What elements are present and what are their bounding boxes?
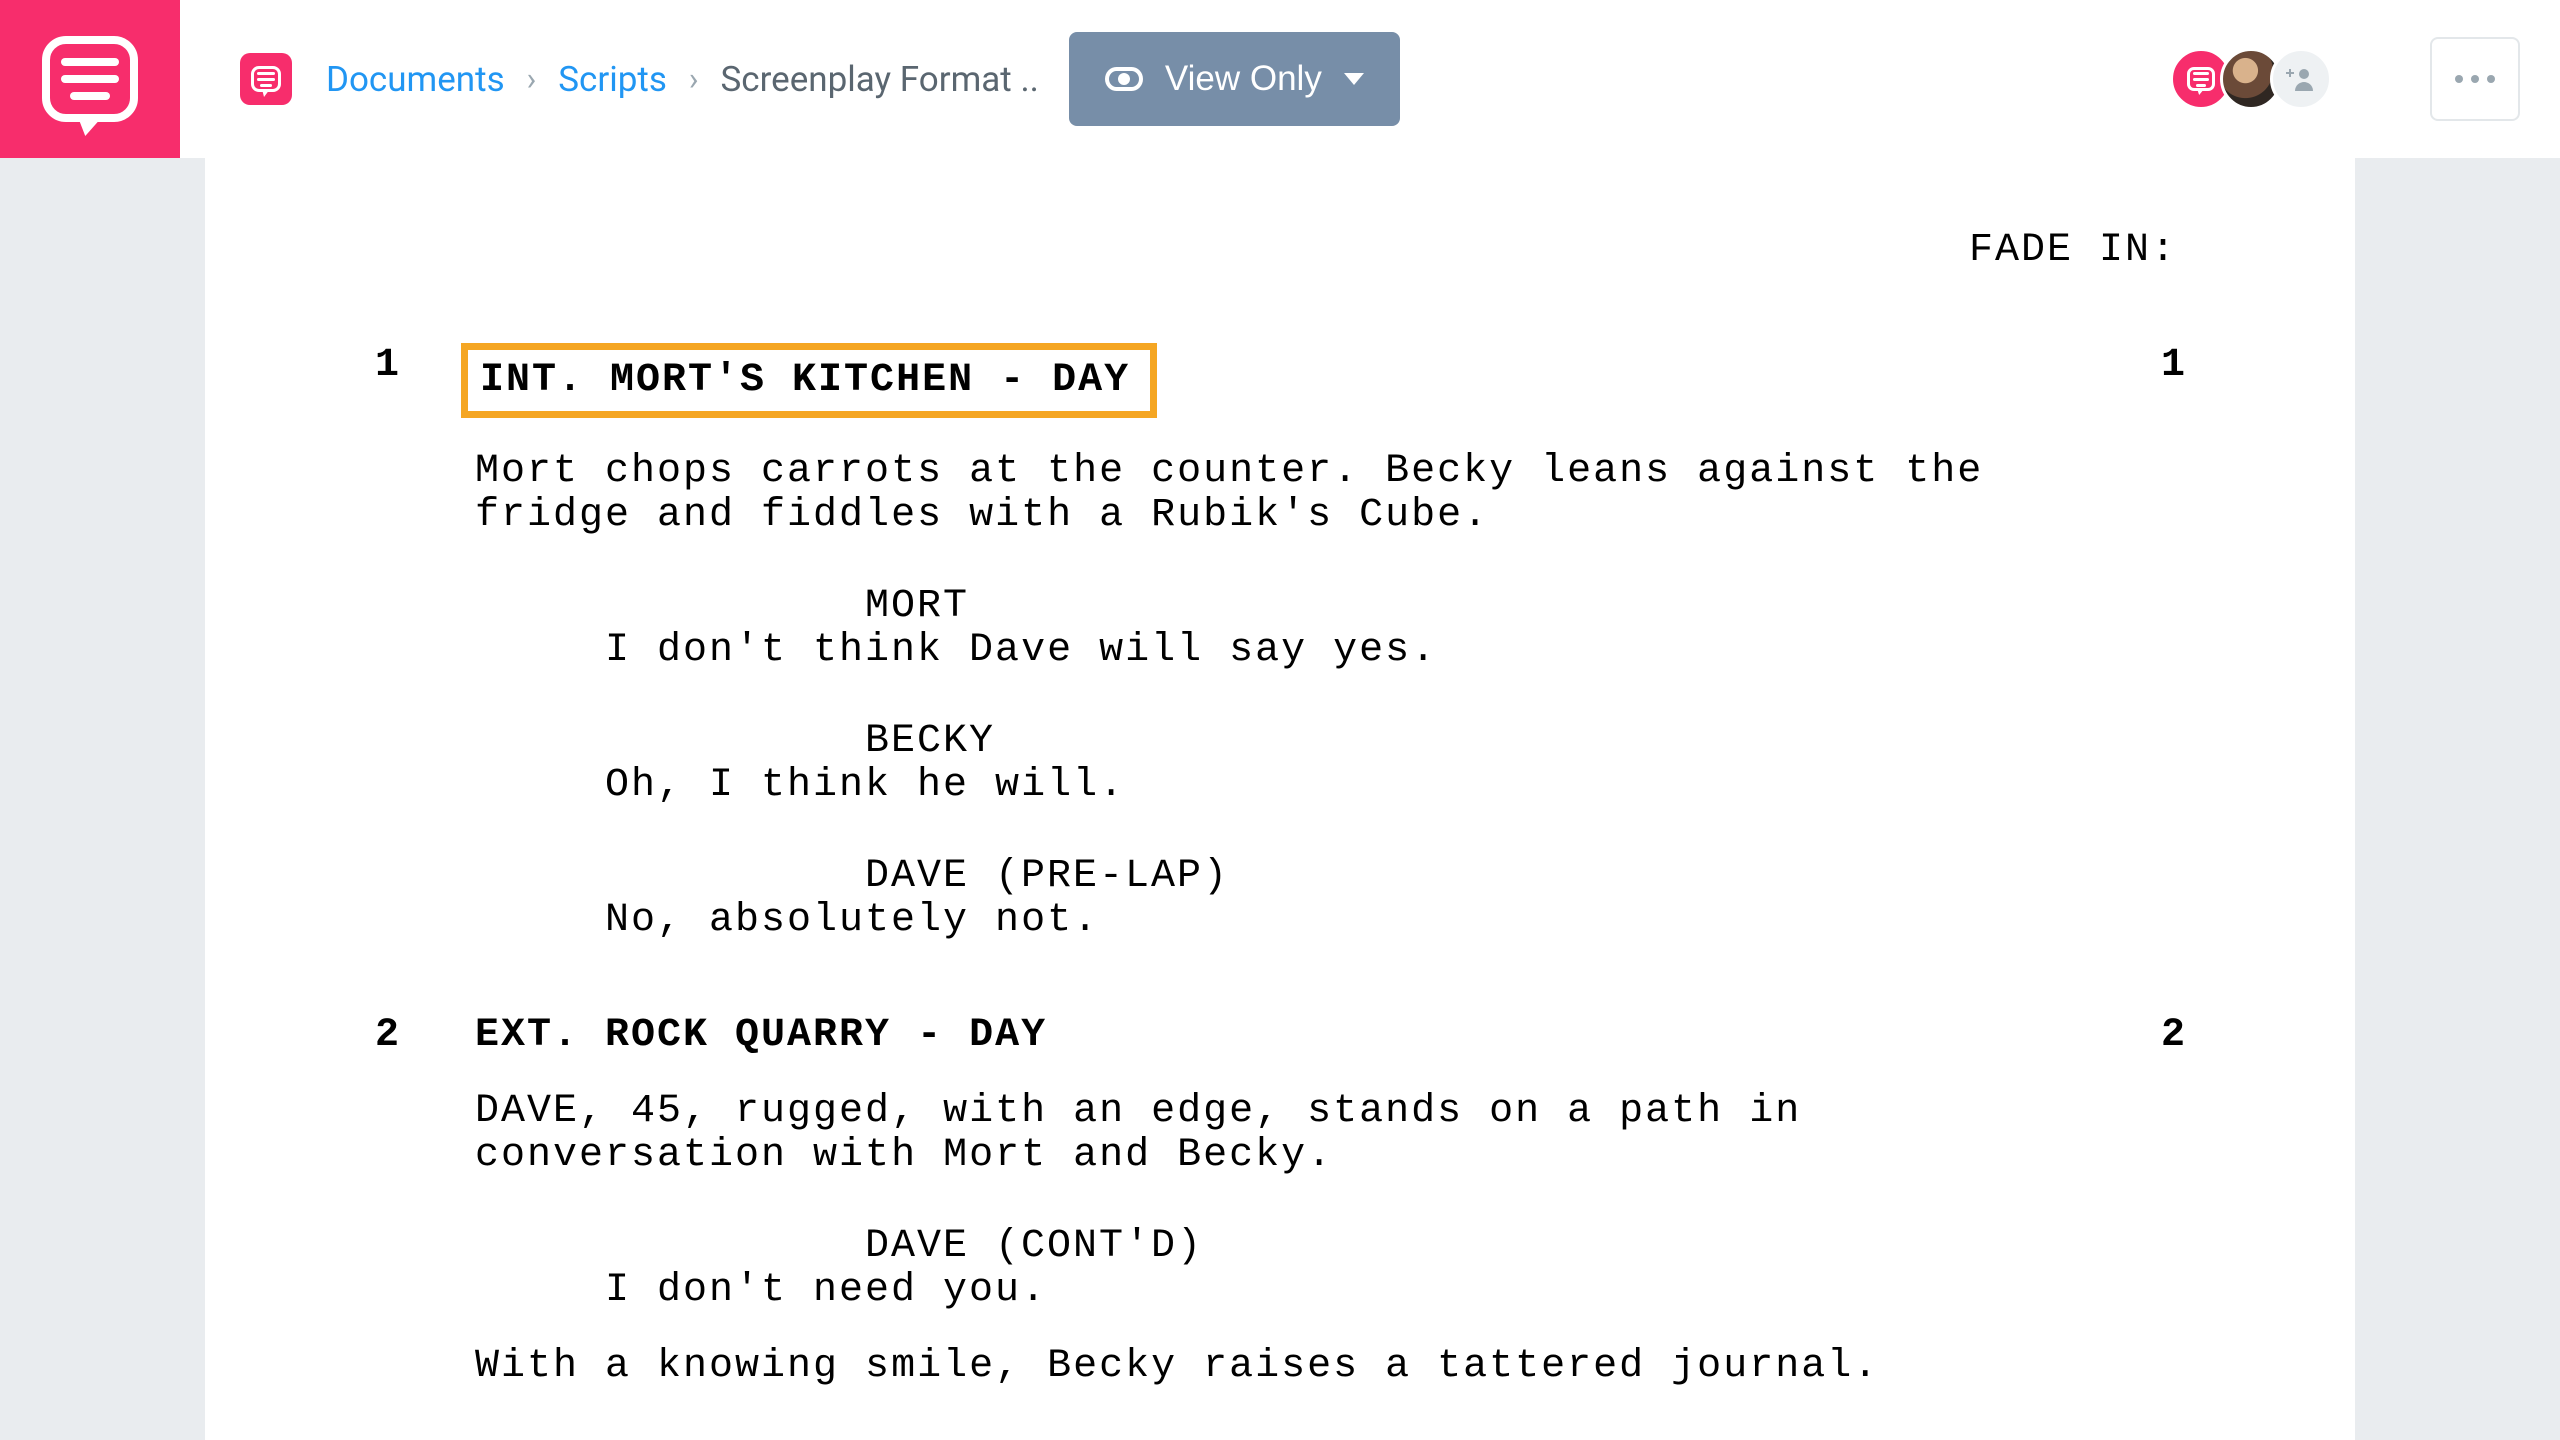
dialogue-block: BECKY Oh, I think he will. bbox=[475, 719, 2185, 808]
app-header: Documents › Scripts › Screenplay Format … bbox=[0, 0, 2560, 158]
scene-heading-row: 2 EXT. ROCK QUARRY - DAY 2 bbox=[375, 1013, 2185, 1058]
scene-number-left: 1 bbox=[375, 343, 475, 388]
speech-bubble-icon bbox=[251, 66, 281, 92]
character-cue[interactable]: MORT bbox=[475, 584, 2185, 629]
character-cue[interactable]: BECKY bbox=[475, 719, 2185, 764]
dots-icon bbox=[2455, 75, 2463, 83]
view-mode-button[interactable]: View Only bbox=[1069, 32, 1400, 126]
speech-bubble-icon bbox=[42, 36, 138, 122]
avatar-add-user[interactable] bbox=[2270, 48, 2332, 110]
action-line[interactable]: With a knowing smile, Becky raises a tat… bbox=[475, 1345, 2105, 1389]
app-logo[interactable] bbox=[0, 0, 180, 158]
collaborator-avatars[interactable] bbox=[2182, 48, 2332, 110]
speech-bubble-icon bbox=[2187, 67, 2215, 91]
breadcrumb-documents[interactable]: Documents bbox=[326, 59, 505, 100]
chevron-right-icon: › bbox=[527, 60, 537, 98]
breadcrumb: Documents › Scripts › Screenplay Format … bbox=[326, 59, 1039, 100]
breadcrumb-current: Screenplay Format .. bbox=[721, 59, 1039, 100]
transition-fade-in: FADE IN: bbox=[375, 228, 2177, 273]
dialogue-block: DAVE (PRE-LAP) No, absolutely not. bbox=[475, 854, 2185, 943]
action-line[interactable]: DAVE, 45, rugged, with an edge, stands o… bbox=[475, 1090, 2105, 1178]
scene-number-right: 1 bbox=[2105, 343, 2185, 388]
breadcrumb-scripts[interactable]: Scripts bbox=[558, 59, 667, 100]
dialogue-block: DAVE (CONT'D) I don't need you. bbox=[475, 1224, 2185, 1313]
dialogue-line[interactable]: I don't think Dave will say yes. bbox=[475, 629, 2185, 673]
scene-number-left: 2 bbox=[375, 1013, 475, 1058]
dots-icon bbox=[2487, 75, 2495, 83]
document-stage: FADE IN: 1 INT. MORT'S KITCHEN - DAY 1 M… bbox=[0, 158, 2560, 1440]
dialogue-block: MORT I don't think Dave will say yes. bbox=[475, 584, 2185, 673]
scene-heading[interactable]: INT. MORT'S KITCHEN - DAY bbox=[461, 343, 1157, 418]
character-cue[interactable]: DAVE (CONT'D) bbox=[475, 1224, 2185, 1269]
scene-heading-row: 1 INT. MORT'S KITCHEN - DAY 1 bbox=[375, 343, 2185, 418]
script-page[interactable]: FADE IN: 1 INT. MORT'S KITCHEN - DAY 1 M… bbox=[205, 158, 2355, 1440]
chevron-right-icon: › bbox=[689, 60, 699, 98]
add-person-icon bbox=[2286, 66, 2316, 92]
eye-icon bbox=[1105, 67, 1143, 91]
header-right-cluster bbox=[2182, 0, 2520, 158]
action-line[interactable]: Mort chops carrots at the counter. Becky… bbox=[475, 450, 2105, 538]
dots-icon bbox=[2471, 75, 2479, 83]
scene-heading[interactable]: EXT. ROCK QUARRY - DAY bbox=[475, 1013, 1047, 1058]
home-button[interactable] bbox=[240, 53, 292, 105]
character-cue[interactable]: DAVE (PRE-LAP) bbox=[475, 854, 2185, 899]
dialogue-line[interactable]: Oh, I think he will. bbox=[475, 764, 2185, 808]
more-menu-button[interactable] bbox=[2430, 37, 2520, 121]
dialogue-line[interactable]: I don't need you. bbox=[475, 1269, 2185, 1313]
view-mode-label: View Only bbox=[1165, 59, 1322, 99]
dialogue-line[interactable]: No, absolutely not. bbox=[475, 899, 2185, 943]
chevron-down-icon bbox=[1344, 73, 1364, 85]
scene-number-right: 2 bbox=[2105, 1013, 2185, 1058]
